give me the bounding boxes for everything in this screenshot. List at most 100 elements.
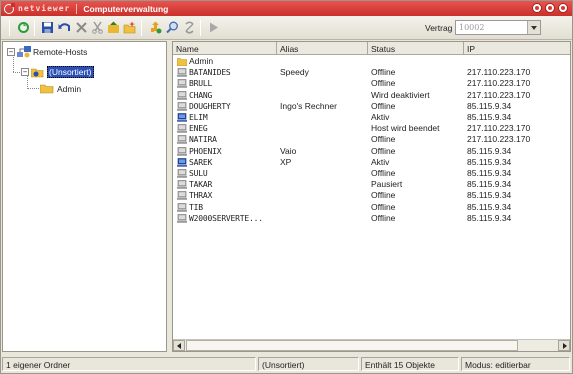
column-header-ip[interactable]: IP [464,42,570,55]
host-name: THRAX [189,191,213,201]
table-row[interactable]: Admin [173,56,570,67]
cell-ip: 85.115.9.34 [467,168,512,178]
toolbar-separator [9,20,10,36]
host-name: TAKAR [189,180,213,190]
app-brand: netviewer [18,4,71,13]
cut-icon[interactable] [91,21,104,34]
table-row[interactable]: DOUGHERTY Ingo's Rechner Offline 85.115.9.3… [173,101,570,112]
disconnect-icon[interactable] [183,21,196,34]
host-name: SAREK [189,157,213,167]
refresh-icon[interactable] [17,21,30,34]
toolbar-separator [34,20,35,36]
vertrag-select[interactable]: 10002 [455,20,541,35]
play-icon[interactable] [207,21,220,34]
new-folder-icon[interactable] [123,21,136,34]
column-header-alias[interactable]: Alias [277,42,368,55]
cell-status: Offline [371,78,396,89]
table-row[interactable]: BATANIDES Speedy Offline 217.110.223.170 [173,67,570,78]
move-icon[interactable] [107,21,120,34]
table-row[interactable]: TIB Offline 85.115.9.34 [173,202,570,213]
host-name: ENEG [189,124,208,134]
table-row[interactable]: ENEG Host wird beendet 217.110.223.170 [173,123,570,134]
table-row[interactable]: SAREK XP Aktiv 85.115.9.34 [173,157,570,168]
status-object-count: Enthält 15 Objekte [361,357,459,371]
collapse-icon[interactable]: − [21,68,29,76]
scroll-right-icon[interactable] [558,340,570,351]
table-row[interactable]: W2000SERVERTE... Offline 85.115.9.34 [173,213,570,224]
computer-icon [177,135,187,145]
tree-connector [13,72,20,73]
cell-alias [280,202,368,213]
table-row[interactable]: THRAX Offline 85.115.9.34 [173,190,570,201]
undo-icon[interactable] [58,21,71,34]
save-icon[interactable] [41,21,54,34]
horizontal-scrollbar[interactable] [173,339,570,351]
cell-alias [280,134,368,145]
cell-status: Aktiv [371,156,390,167]
minimize-button[interactable] [532,3,542,13]
title-bar: netviewer Computerverwaltung [1,1,572,16]
column-header-name[interactable]: Name [173,42,277,55]
cell-alias [280,78,368,89]
toolbar-separator [200,20,201,36]
cell-name: DOUGHERTY [177,101,277,112]
host-name: BATANIDES [189,68,231,78]
cell-ip: 217.110.223.170 [467,67,531,78]
status-location: (Unsortiert) [258,357,359,371]
title-separator [76,3,78,14]
host-name: SULU [189,169,208,178]
cell-ip: 85.115.9.34 [467,190,512,201]
table-row[interactable]: CHANG Wird deaktiviert 217.110.223.170 [173,90,570,101]
host-name: CHANG [189,90,213,100]
cell-status [371,56,464,67]
toolbar-separator [141,20,142,36]
folder-icon [40,84,54,94]
computer-icon [177,213,187,223]
cell-ip: 217.110.223.170 [467,78,531,89]
status-bar: 1 eigener Ordner (Unsortiert) Enthält 15… [1,354,572,373]
search-icon[interactable] [166,21,179,34]
cell-name: BRULL [177,78,277,89]
host-name: TIB [189,202,203,212]
cell-status: Offline [371,201,396,212]
cell-status: Aktiv [371,112,390,122]
cell-ip: 217.110.223.170 [467,134,531,145]
host-list: Name Alias Status IP Admin BATANIDES Speed… [172,41,571,352]
chevron-down-icon[interactable] [527,21,540,34]
host-name: BRULL [189,79,213,89]
tree-label-remote-hosts: Remote-Hosts [33,47,88,57]
cell-name: SAREK [177,157,277,168]
computer-icon [177,101,187,111]
cell-ip: 85.115.9.34 [467,100,512,111]
table-row[interactable]: SULU Offline 85.115.9.34 [173,168,570,179]
tree-item-admin[interactable]: Admin [40,83,81,94]
delete-icon[interactable] [75,21,88,34]
maximize-button[interactable] [545,3,555,13]
column-header-status[interactable]: Status [368,42,464,55]
table-row[interactable]: NATIRA Offline 217.110.223.170 [173,134,570,145]
cell-name: THRAX [177,190,277,201]
cell-alias: XP [280,156,292,167]
table-row[interactable]: ELIM Aktiv 85.115.9.34 [173,112,570,123]
cell-alias [280,190,368,201]
table-row[interactable]: BRULL Offline 217.110.223.170 [173,78,570,89]
computer-icon [177,180,187,189]
cell-name: TAKAR [177,179,277,190]
cell-alias: Speedy [280,67,309,78]
tree-item-unsortiert[interactable]: − (Unsortiert) [21,66,94,78]
scroll-left-icon[interactable] [173,340,185,351]
close-button[interactable] [558,3,568,13]
cell-status: Pausiert [371,179,403,190]
scrollbar-thumb[interactable] [186,340,518,351]
cell-alias [280,123,368,134]
table-row[interactable]: TAKAR Pausiert 85.115.9.34 [173,179,570,190]
collapse-icon[interactable]: − [7,48,15,56]
computer-active-icon [177,113,187,122]
tree-item-remote-hosts[interactable]: − Remote-Hosts [7,46,87,58]
connect-icon[interactable] [149,21,162,34]
table-row[interactable]: PHOENIX Vaio Offline 85.115.9.34 [173,146,570,157]
cell-status: Host wird beendet [371,123,440,134]
computer-icon [177,169,187,178]
computer-active-icon [177,157,187,167]
cell-name: PHOENIX [177,146,277,157]
